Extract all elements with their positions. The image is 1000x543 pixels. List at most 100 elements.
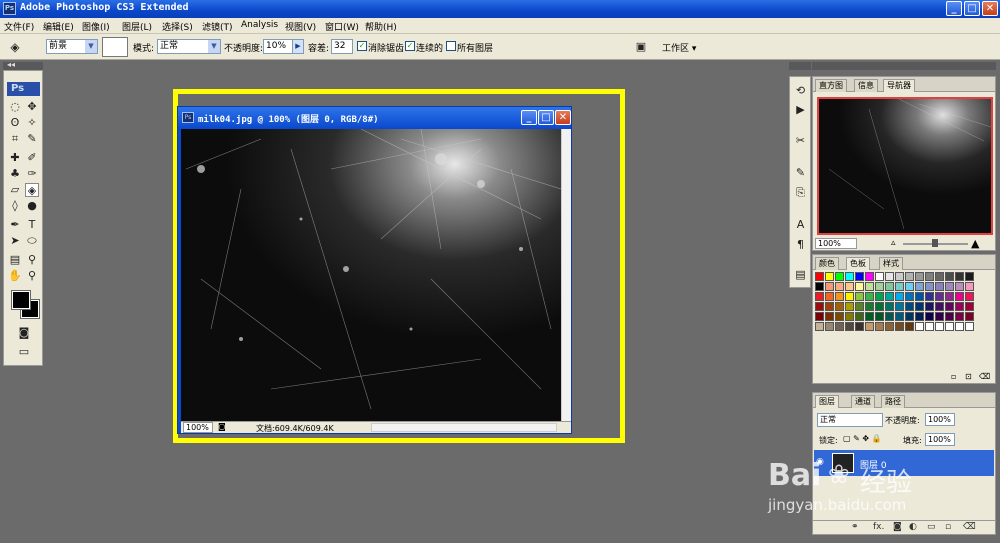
color-swatch[interactable] — [915, 292, 924, 301]
workspace-menu[interactable]: 工作区 ▾ — [662, 41, 696, 54]
color-swatch[interactable] — [875, 302, 884, 311]
minimize-button[interactable]: _ — [946, 1, 962, 16]
color-swatch[interactable] — [965, 302, 974, 311]
tab-color[interactable]: 颜色 — [815, 257, 839, 270]
color-swatch[interactable] — [885, 292, 894, 301]
color-swatch[interactable] — [885, 312, 894, 321]
color-swatch[interactable] — [925, 312, 934, 321]
pattern-picker[interactable] — [102, 37, 128, 57]
document-title-bar[interactable]: Ps milk04.jpg @ 100% (图层 0, RGB/8#) _ □ … — [178, 107, 571, 129]
hand-tool-icon[interactable]: ✋ — [8, 269, 22, 283]
color-swatch[interactable] — [965, 282, 974, 291]
type-tool-icon[interactable]: T — [25, 218, 39, 232]
move-tool-icon[interactable]: ✥ — [25, 100, 39, 114]
menu-select[interactable]: 选择(S) — [162, 20, 193, 33]
color-swatch[interactable] — [815, 302, 824, 311]
opacity-arrow-button[interactable]: ▶ — [292, 39, 304, 54]
menu-window[interactable]: 窗口(W) — [325, 20, 359, 33]
color-swatch[interactable] — [895, 302, 904, 311]
color-swatch[interactable] — [865, 272, 874, 281]
menu-layer[interactable]: 图层(L) — [122, 20, 152, 33]
lasso-tool-icon[interactable]: ʘ — [8, 116, 22, 130]
paragraph-icon[interactable]: ¶ — [793, 237, 808, 252]
color-swatch[interactable] — [935, 302, 944, 311]
color-swatch[interactable] — [835, 282, 844, 291]
history-icon[interactable]: ⟲ — [793, 83, 808, 98]
color-swatch[interactable] — [835, 272, 844, 281]
color-swatch[interactable] — [905, 322, 914, 331]
color-swatch[interactable] — [815, 292, 824, 301]
color-swatch[interactable] — [905, 312, 914, 321]
trash-icon[interactable]: ⌫ — [979, 372, 990, 381]
close-button[interactable]: ✕ — [982, 1, 998, 16]
color-swatch[interactable] — [955, 322, 964, 331]
screen-mode-icon[interactable]: ▭ — [16, 345, 32, 359]
color-swatch[interactable] — [855, 282, 864, 291]
color-swatch[interactable] — [915, 272, 924, 281]
zoom-in-icon[interactable]: ▲ — [971, 237, 979, 250]
foreground-color-swatch[interactable] — [11, 290, 31, 310]
menu-edit[interactable]: 编辑(E) — [43, 20, 74, 33]
color-swatch[interactable] — [815, 282, 824, 291]
color-swatch[interactable] — [885, 282, 894, 291]
dodge-tool-icon[interactable]: ● — [25, 199, 39, 213]
color-swatch[interactable] — [835, 312, 844, 321]
color-swatch[interactable] — [855, 302, 864, 311]
blend-mode-select[interactable]: 正常 — [817, 413, 883, 427]
brush-tool-icon[interactable]: ✐ — [25, 151, 39, 165]
paint-bucket-tool-icon[interactable]: ◈ — [25, 183, 39, 197]
tab-layers[interactable]: 图层 — [815, 395, 839, 408]
color-swatch[interactable] — [885, 302, 894, 311]
menu-file[interactable]: 文件(F) — [4, 20, 34, 33]
color-swatch[interactable] — [905, 302, 914, 311]
new-swatch-icon[interactable]: ▫ — [951, 372, 956, 381]
color-swatch[interactable] — [935, 282, 944, 291]
color-swatch[interactable] — [965, 292, 974, 301]
color-swatch[interactable] — [925, 282, 934, 291]
color-swatch[interactable] — [825, 302, 834, 311]
tool-presets-icon[interactable]: ✂ — [793, 133, 808, 148]
horizontal-scrollbar[interactable] — [371, 423, 557, 432]
brushes-icon[interactable]: ✎ — [793, 165, 808, 180]
color-swatch[interactable] — [855, 322, 864, 331]
color-swatch[interactable] — [895, 322, 904, 331]
marquee-tool-icon[interactable]: ◌ — [8, 100, 22, 114]
color-swatch[interactable] — [915, 282, 924, 291]
navigator-zoom-field[interactable]: 100% — [815, 238, 857, 249]
color-swatch[interactable] — [945, 272, 954, 281]
color-swatch[interactable] — [865, 302, 874, 311]
notes-tool-icon[interactable]: ▤ — [8, 253, 22, 267]
color-swatch[interactable] — [955, 302, 964, 311]
color-swatch[interactable] — [945, 322, 954, 331]
tab-histogram[interactable]: 直方图 — [815, 79, 847, 92]
color-swatch[interactable] — [905, 272, 914, 281]
menu-analysis[interactable]: Analysis — [241, 20, 278, 30]
color-swatch[interactable] — [925, 272, 934, 281]
anti-alias-checkbox[interactable]: ✓ — [357, 41, 367, 51]
color-swatch[interactable] — [815, 312, 824, 321]
color-swatch[interactable] — [945, 302, 954, 311]
right-dock-grip[interactable] — [789, 62, 811, 70]
bridge-icon[interactable]: ▣ — [632, 40, 650, 54]
eyedropper-tool-icon[interactable]: ⚲ — [25, 253, 39, 267]
actions-icon[interactable]: ▶ — [793, 102, 808, 117]
magic-wand-tool-icon[interactable]: ✧ — [25, 116, 39, 130]
color-swatch[interactable] — [965, 272, 974, 281]
color-swatch[interactable] — [855, 272, 864, 281]
doc-close-button[interactable]: ✕ — [555, 110, 571, 125]
color-swatch[interactable] — [965, 312, 974, 321]
layer-opacity-input[interactable]: 100% — [925, 413, 955, 426]
menu-filter[interactable]: 滤镜(T) — [202, 20, 233, 33]
color-swatch[interactable] — [905, 282, 914, 291]
new-swatch-icon[interactable]: ⊡ — [965, 372, 972, 381]
collapse-icon[interactable]: ◂◂ — [7, 60, 15, 69]
color-swatch[interactable] — [835, 322, 844, 331]
layer-comps-icon[interactable]: ▤ — [793, 267, 808, 282]
color-swatch[interactable] — [925, 302, 934, 311]
doc-zoom-field[interactable]: 100% — [183, 422, 213, 433]
color-swatch[interactable] — [825, 312, 834, 321]
slice-tool-icon[interactable]: ✎ — [25, 132, 39, 146]
color-swatch[interactable] — [825, 322, 834, 331]
color-swatch[interactable] — [875, 322, 884, 331]
color-swatch[interactable] — [865, 312, 874, 321]
